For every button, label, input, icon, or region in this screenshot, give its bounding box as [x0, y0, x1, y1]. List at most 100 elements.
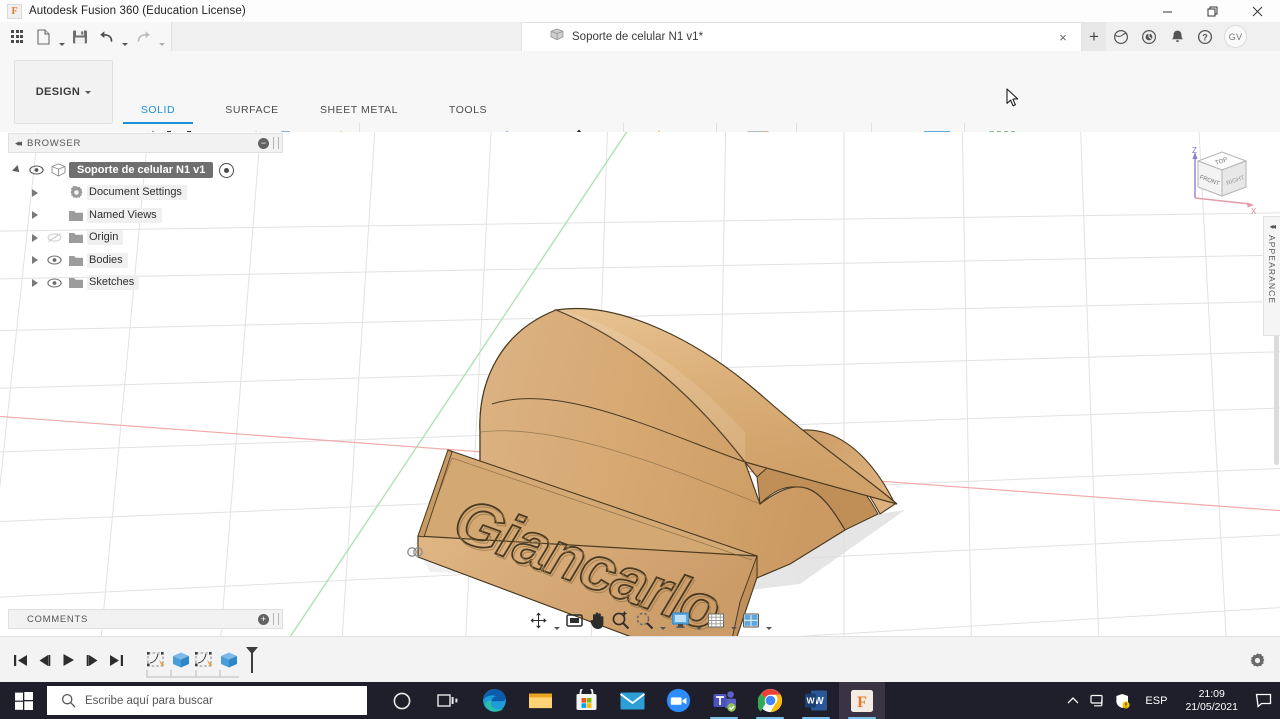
timeline-step-forward-button[interactable]	[80, 646, 104, 674]
model-3d-body[interactable]: Giancarlo Giancarlo	[417, 308, 898, 636]
fit-dropdown-icon[interactable]	[657, 604, 668, 637]
save-icon[interactable]	[67, 24, 93, 50]
visibility-eye-icon[interactable]	[44, 255, 65, 265]
viewports-tool[interactable]	[740, 608, 762, 632]
browser-node-bodies[interactable]: Bodies	[8, 249, 283, 272]
notifications-icon[interactable]	[1166, 26, 1188, 48]
zoom-tool[interactable]	[609, 608, 632, 632]
tray-expand-chevron-icon[interactable]	[1060, 682, 1085, 719]
viewports-dropdown-icon[interactable]	[763, 604, 774, 637]
timeline-feature-sketch-2[interactable]	[194, 650, 216, 670]
security-shield-icon[interactable]	[1110, 682, 1135, 719]
pan-tool[interactable]	[587, 608, 608, 632]
header-icon-group: ? GV	[1110, 22, 1247, 51]
clock[interactable]: 21:09 21/05/2021	[1177, 688, 1246, 714]
workspace-switcher-button[interactable]: DESIGN	[14, 60, 113, 124]
orbit-tool[interactable]	[527, 608, 550, 632]
visibility-eye-icon[interactable]	[26, 165, 47, 175]
network-icon[interactable]	[1085, 682, 1110, 719]
taskbar-edge[interactable]	[471, 682, 517, 719]
taskbar-zoom[interactable]	[655, 682, 701, 719]
axis-z-label: Z	[1192, 146, 1197, 155]
add-comment-icon[interactable]: +	[258, 613, 269, 625]
comments-panel[interactable]: COMMENTS +	[8, 609, 283, 629]
taskbar-mail[interactable]	[609, 682, 655, 719]
new-document-tab-button[interactable]: +	[1082, 22, 1106, 51]
taskbar-word[interactable]: W W	[793, 682, 839, 719]
timeline-go-end-button[interactable]	[104, 646, 128, 674]
visibility-eye-off-icon[interactable]	[44, 232, 65, 243]
language-indicator[interactable]: ESP	[1135, 695, 1177, 707]
expand-arrow-icon[interactable]	[8, 165, 26, 176]
expand-arrow-icon[interactable]	[26, 211, 44, 220]
start-button[interactable]	[0, 682, 47, 719]
look-at-tool[interactable]	[563, 608, 586, 632]
restore-button[interactable]	[1190, 0, 1235, 22]
timeline-play-button[interactable]	[56, 646, 80, 674]
folder-icon	[65, 276, 87, 289]
tab-tools[interactable]: TOOLS	[434, 104, 502, 120]
app-grid-icon[interactable]	[4, 24, 30, 50]
timeline-step-back-button[interactable]	[32, 646, 56, 674]
browser-node-named-views[interactable]: Named Views	[8, 204, 283, 227]
axis-x-label: X	[1251, 207, 1257, 216]
taskbar-cortana[interactable]	[379, 682, 425, 719]
expand-arrow-icon[interactable]	[26, 256, 44, 265]
document-tab[interactable]: Soporte de celular N1 v1* ×	[521, 22, 1082, 51]
grid-snaps-tool[interactable]	[705, 608, 727, 632]
document-tab-close-icon[interactable]: ×	[1055, 29, 1071, 45]
expand-arrow-icon[interactable]	[26, 233, 44, 242]
visibility-eye-icon[interactable]	[44, 278, 65, 288]
orbit-dropdown-icon[interactable]	[551, 604, 562, 637]
job-status-icon[interactable]	[1110, 26, 1132, 48]
browser-node-root[interactable]: Soporte de celular N1 v1	[8, 159, 283, 182]
minimize-button[interactable]	[1145, 0, 1190, 22]
taskbar-task-view[interactable]	[425, 682, 471, 719]
svg-text:?: ?	[1202, 32, 1208, 42]
redo-dropdown-icon[interactable]	[156, 20, 167, 53]
activate-component-radio[interactable]	[219, 162, 235, 178]
expand-arrow-icon[interactable]	[26, 278, 44, 287]
comments-resize-grip[interactable]	[273, 613, 279, 625]
view-cube[interactable]: TOP FRONT RIGHT Z X	[1184, 142, 1262, 222]
collapse-icon: ◂◂	[1269, 222, 1276, 231]
taskbar-chrome[interactable]	[747, 682, 793, 719]
display-settings-tool[interactable]	[669, 608, 692, 632]
taskbar-teams[interactable]	[701, 682, 747, 719]
grid-snaps-dropdown-icon[interactable]	[728, 604, 739, 637]
undo-dropdown-icon[interactable]	[119, 20, 130, 53]
browser-collapse-icon[interactable]: ◂◂	[15, 138, 22, 149]
timeline-feature-extrude-1[interactable]	[170, 650, 192, 670]
timeline-settings-icon[interactable]	[1246, 649, 1268, 671]
taskbar-fusion360[interactable]: F	[839, 682, 885, 719]
redo-icon[interactable]	[130, 24, 156, 50]
expand-arrow-icon[interactable]	[26, 188, 44, 197]
notification-center-icon[interactable]	[1246, 682, 1280, 719]
timeline-go-start-button[interactable]	[8, 646, 32, 674]
display-settings-dropdown-icon[interactable]	[693, 604, 704, 637]
recent-activity-icon[interactable]	[1138, 26, 1160, 48]
search-input[interactable]: Escribe aquí para buscar	[47, 686, 367, 715]
taskbar-microsoft-store[interactable]	[563, 682, 609, 719]
tab-solid[interactable]: SOLID	[120, 104, 196, 124]
undo-icon[interactable]	[93, 24, 119, 50]
browser-node-document-settings[interactable]: Document Settings	[8, 182, 283, 205]
new-file-dropdown-icon[interactable]	[56, 20, 67, 53]
avatar[interactable]: GV	[1224, 25, 1247, 48]
close-button[interactable]	[1235, 0, 1280, 22]
component-icon	[47, 163, 69, 177]
browser-node-origin[interactable]: Origin	[8, 227, 283, 250]
browser-node-sketches[interactable]: Sketches	[8, 272, 283, 295]
appearance-panel-tab[interactable]: ◂◂ APPEARANCE	[1263, 216, 1280, 336]
new-file-icon[interactable]	[30, 24, 56, 50]
timeline-feature-sketch-1[interactable]	[146, 650, 168, 670]
fit-tool[interactable]	[633, 608, 656, 632]
timeline-feature-extrude-2[interactable]	[218, 650, 240, 670]
taskbar-file-explorer[interactable]	[517, 682, 563, 719]
browser-resize-grip[interactable]	[273, 137, 279, 149]
help-icon[interactable]: ?	[1194, 26, 1216, 48]
svg-text:W: W	[806, 695, 815, 705]
tab-surface[interactable]: SURFACE	[208, 104, 296, 120]
tab-sheet-metal[interactable]: SHEET METAL	[306, 104, 412, 120]
browser-minimize-icon[interactable]: −	[258, 137, 269, 149]
